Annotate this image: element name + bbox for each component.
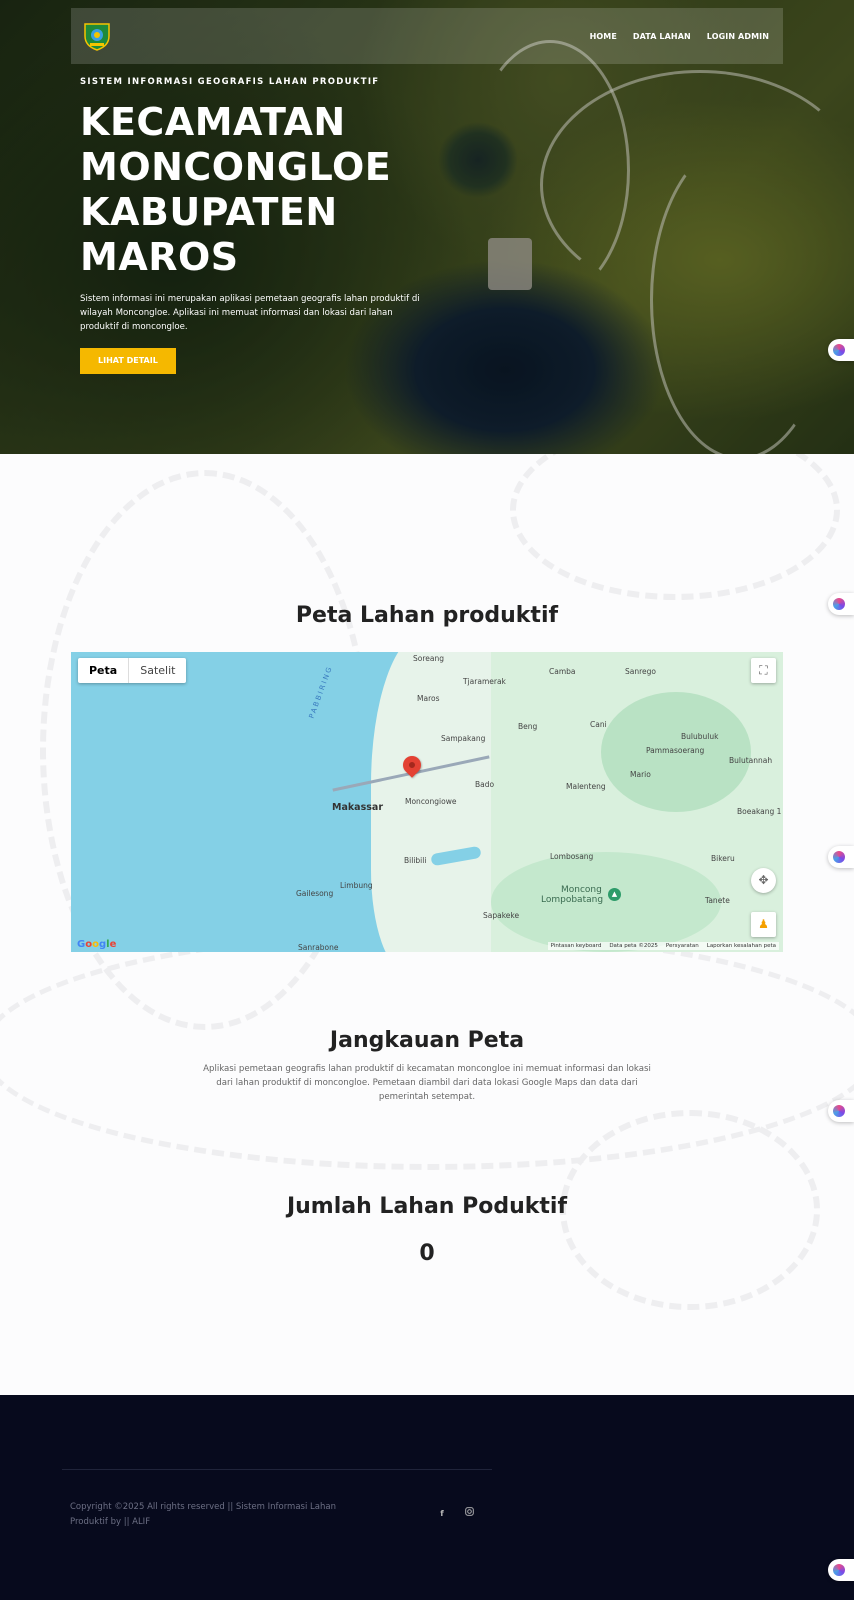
map-label: Moncong bbox=[561, 885, 602, 895]
map-label: Beng bbox=[518, 722, 538, 731]
map-hills-area bbox=[491, 852, 721, 952]
map-attribution: Pintasan keyboard Data peta ©2025 Persya… bbox=[547, 942, 779, 950]
facebook-icon[interactable]: f bbox=[435, 1507, 449, 1521]
map-label: Maros bbox=[417, 694, 440, 703]
map-data-label: Data peta ©2025 bbox=[609, 943, 658, 949]
map-label: Sampakang bbox=[441, 734, 486, 743]
nav-data-lahan-link[interactable]: DATA LAHAN bbox=[633, 32, 691, 41]
map-section-title: Peta Lahan produktif bbox=[295, 603, 559, 628]
map-type-satelit-button[interactable]: Satelit bbox=[129, 658, 186, 683]
map-label: Tanete bbox=[705, 896, 730, 905]
google-logo: Google bbox=[77, 939, 117, 950]
hero-content: SISTEM INFORMASI GEOGRAFIS LAHAN PRODUKT… bbox=[80, 77, 420, 374]
shield-logo-icon bbox=[84, 23, 110, 51]
map-label: Sanrabone bbox=[298, 943, 339, 952]
floating-widget-button[interactable] bbox=[828, 1559, 854, 1581]
hero-title: KECAMATAN MONCONGLOE KABUPATEN MAROS bbox=[80, 100, 392, 279]
map-label: Bulutannah bbox=[729, 756, 773, 765]
map-label: Tjaramerak bbox=[463, 677, 506, 686]
map-label: Malenteng bbox=[566, 782, 606, 791]
floating-widget-button[interactable] bbox=[828, 846, 854, 868]
hero-image-building bbox=[488, 238, 532, 290]
map-label: Makassar bbox=[332, 802, 383, 813]
hero-eyebrow: SISTEM INFORMASI GEOGRAFIS LAHAN PRODUKT… bbox=[80, 77, 380, 87]
kabupaten-logo[interactable] bbox=[81, 20, 113, 52]
map-keyboard-shortcuts-link[interactable]: Pintasan keyboard bbox=[551, 943, 602, 949]
map-label: Bilibili bbox=[404, 856, 427, 865]
map-label: Pammasoerang bbox=[646, 746, 705, 755]
fullscreen-icon[interactable]: ⛶ bbox=[751, 658, 776, 683]
floating-widget-button[interactable] bbox=[828, 1100, 854, 1122]
camera-control-icon[interactable]: ✥ bbox=[751, 868, 776, 893]
widget-logo-icon bbox=[833, 344, 845, 356]
map-label: Sanrego bbox=[625, 667, 656, 676]
floating-widget-button[interactable] bbox=[828, 339, 854, 361]
map-label: Sapakeke bbox=[483, 911, 520, 920]
map-label: Moncongiowe bbox=[405, 797, 457, 806]
map-label: Bulubuluk bbox=[681, 732, 719, 741]
nav-menu: HOME DATA LAHAN LOGIN ADMIN bbox=[590, 32, 769, 41]
jangkauan-title: Jangkauan Peta bbox=[329, 1028, 525, 1053]
nav-login-admin-link[interactable]: LOGIN ADMIN bbox=[707, 32, 769, 41]
widget-logo-icon bbox=[833, 598, 845, 610]
map-type-toggle: Peta Satelit bbox=[78, 658, 187, 683]
footer-divider bbox=[62, 1469, 492, 1470]
map-label: Lompobatang bbox=[541, 895, 604, 905]
navbar: HOME DATA LAHAN LOGIN ADMIN bbox=[71, 8, 783, 64]
instagram-glyph-icon bbox=[464, 1507, 474, 1516]
footer-copyright: Copyright ©2025 All rights reserved || S… bbox=[70, 1502, 336, 1527]
map-label: Limbung bbox=[340, 881, 373, 890]
pegman-icon[interactable]: ♟ bbox=[751, 912, 776, 937]
nav-home-link[interactable]: HOME bbox=[590, 32, 617, 41]
map-label: Bado bbox=[475, 780, 495, 789]
map-terms-link[interactable]: Persyaratan bbox=[666, 943, 699, 949]
jumlah-lahan-title: Jumlah Lahan Poduktif bbox=[286, 1194, 568, 1219]
widget-logo-icon bbox=[833, 1564, 845, 1576]
hero-description: Sistem informasi ini merupakan aplikasi … bbox=[80, 294, 420, 332]
map-label: Camba bbox=[549, 667, 576, 676]
widget-logo-icon bbox=[833, 1105, 845, 1117]
instagram-icon[interactable] bbox=[462, 1507, 476, 1521]
hero-image-road bbox=[650, 140, 830, 454]
map-label: Lombosang bbox=[550, 852, 594, 861]
jumlah-lahan-count: 0 bbox=[419, 1241, 435, 1266]
map-label: Cani bbox=[590, 720, 607, 729]
google-map[interactable]: Peta Satelit ⛶ ✥ ♟ ▲ Soreang Tjaramerak … bbox=[71, 652, 783, 952]
map-type-peta-button[interactable]: Peta bbox=[78, 658, 130, 683]
floating-widget-button[interactable] bbox=[828, 593, 854, 615]
footer: Copyright ©2025 All rights reserved || S… bbox=[0, 1395, 854, 1600]
jangkauan-description: Aplikasi pemetaan geografis lahan produk… bbox=[203, 1064, 651, 1102]
lihat-detail-button[interactable]: LIHAT DETAIL bbox=[80, 348, 176, 374]
map-label: Boeakang 1 bbox=[737, 807, 782, 816]
map-report-error-link[interactable]: Laporkan kesalahan peta bbox=[707, 943, 776, 949]
map-label: Mario bbox=[630, 770, 651, 779]
mountain-poi-icon[interactable]: ▲ bbox=[608, 888, 621, 901]
map-label: Gailesong bbox=[296, 889, 334, 898]
map-label: Bikeru bbox=[711, 854, 735, 863]
map-label: Soreang bbox=[413, 654, 444, 663]
widget-logo-icon bbox=[833, 851, 845, 863]
